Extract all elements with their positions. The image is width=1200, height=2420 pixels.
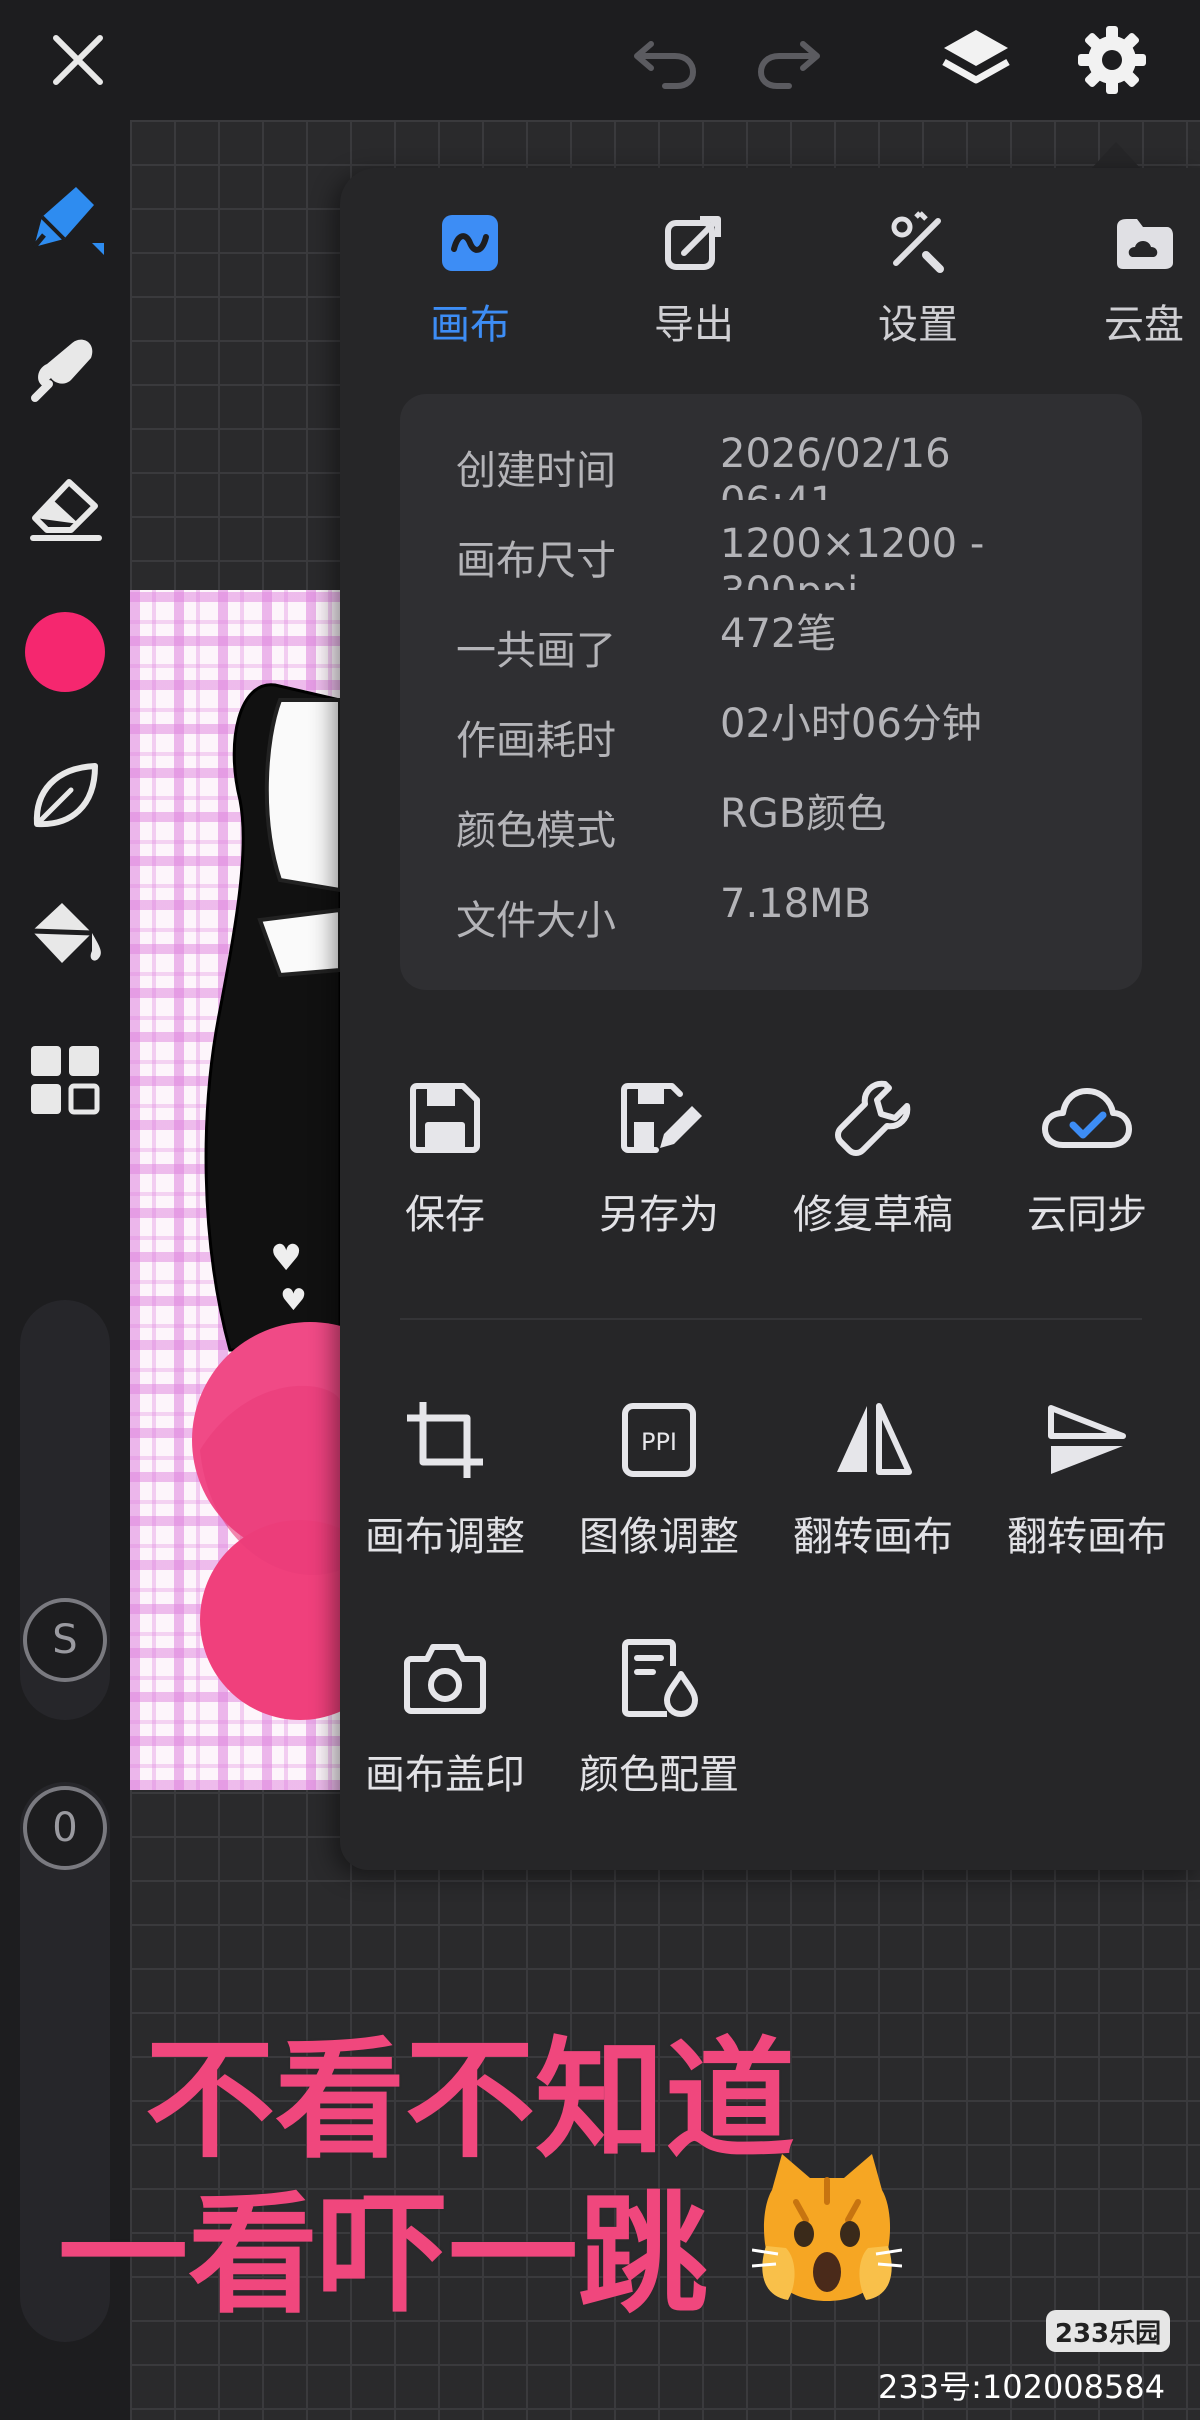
info-row-time: 作画耗时 02小时06分钟 <box>456 700 1116 770</box>
color-profile-icon <box>609 1628 709 1728</box>
canvas-stamp-label: 画布盖印 <box>365 1752 525 1798</box>
info-value: RGB颜色 <box>720 791 887 837</box>
divider <box>400 1318 1142 1320</box>
top-bar <box>0 0 1200 120</box>
info-key: 创建时间 <box>456 448 616 494</box>
tab-settings[interactable]: 设置 <box>818 208 1018 358</box>
info-key: 一共画了 <box>456 628 616 674</box>
info-value: 2026/02/16 06:41 <box>720 431 951 500</box>
close-icon[interactable] <box>28 10 128 110</box>
color-profile-label: 颜色配置 <box>579 1752 739 1798</box>
grid-icon[interactable] <box>15 1030 115 1130</box>
info-value: 02小时06分钟 <box>720 701 982 747</box>
tab-cloud-drive[interactable]: 云盘 <box>1044 208 1200 358</box>
save-icon <box>395 1068 495 1168</box>
color-profile-button[interactable]: 颜色配置 <box>554 1628 764 1828</box>
wrench-icon <box>823 1068 923 1168</box>
info-value: 1200×1200 - 300ppi <box>720 521 985 590</box>
image-adjust-button[interactable]: PPI 图像调整 <box>554 1390 764 1590</box>
cloud-sync-label: 云同步 <box>1027 1192 1147 1238</box>
brush-size-indicator[interactable]: S <box>23 1598 107 1682</box>
canvas-icon <box>435 208 505 278</box>
camera-icon <box>395 1628 495 1728</box>
repair-draft-label: 修复草稿 <box>793 1192 953 1238</box>
tools-icon <box>883 208 953 278</box>
svg-text:♥: ♥ <box>270 1238 302 1279</box>
repair-draft-button[interactable]: 修复草稿 <box>768 1068 978 1268</box>
flip-canvas-vertical-button[interactable]: 翻转画布 <box>982 1390 1192 1590</box>
export-icon <box>659 208 729 278</box>
left-toolbar: S 0 <box>0 120 130 2420</box>
gear-icon[interactable] <box>1062 10 1162 110</box>
flip-canvas-horizontal-button[interactable]: 翻转画布 <box>768 1390 978 1590</box>
tab-canvas[interactable]: 画布 <box>370 208 570 358</box>
watermark-id: 233号:102008584 <box>878 2368 1166 2406</box>
tab-canvas-label: 画布 <box>430 302 510 348</box>
flip-canvas-vertical-label: 翻转画布 <box>1007 1514 1167 1560</box>
panel-pointer <box>1090 142 1142 170</box>
caption-line-2: 一看吓一跳 <box>58 2179 709 2331</box>
info-row-file-size: 文件大小 7.18MB <box>456 880 1116 950</box>
canvas-adjust-label: 画布调整 <box>365 1514 525 1560</box>
save-label: 保存 <box>405 1192 485 1238</box>
info-row-color-mode: 颜色模式 RGB颜色 <box>456 790 1116 860</box>
cloud-sync-icon <box>1037 1068 1137 1168</box>
svg-text:PPI: PPI <box>641 1428 677 1456</box>
tab-cloud-drive-label: 云盘 <box>1104 302 1184 348</box>
flip-canvas-horizontal-label: 翻转画布 <box>793 1514 953 1560</box>
save-button[interactable]: 保存 <box>340 1068 550 1268</box>
flip-horizontal-icon <box>823 1390 923 1490</box>
canvas-adjust-button[interactable]: 画布调整 <box>340 1390 550 1590</box>
redo-icon[interactable] <box>738 10 838 110</box>
eraser-icon[interactable] <box>15 456 115 556</box>
artwork-drawing: ♥ ♥ <box>192 683 340 1720</box>
info-row-created: 创建时间 2026/02/16 06:41 <box>456 430 1116 500</box>
undo-icon[interactable] <box>616 10 716 110</box>
info-key: 颜色模式 <box>456 808 616 854</box>
tab-settings-label: 设置 <box>878 302 958 348</box>
info-value: 472笔 <box>720 611 837 657</box>
save-as-button[interactable]: 另存为 <box>554 1068 764 1268</box>
info-value: 7.18MB <box>720 881 872 927</box>
save-as-icon <box>609 1068 709 1168</box>
info-key: 画布尺寸 <box>456 538 616 584</box>
artwork-canvas[interactable]: ♥ ♥ <box>130 590 340 1790</box>
screaming-cat-emoji <box>751 2150 903 2310</box>
brush-size-label: S <box>52 1617 78 1663</box>
layers-icon[interactable] <box>926 10 1026 110</box>
info-row-size: 画布尺寸 1200×1200 - 300ppi <box>456 520 1116 590</box>
canvas-stamp-button[interactable]: 画布盖印 <box>340 1628 550 1828</box>
color-swatch[interactable] <box>15 602 115 702</box>
svg-text:♥: ♥ <box>280 1283 307 1318</box>
tab-export[interactable]: 导出 <box>594 208 794 358</box>
flip-vertical-icon <box>1037 1390 1137 1490</box>
canvas-menu-panel: 画布 导出 设置 云盘 创建时间 2026/02/16 06:41 画布尺寸 1… <box>340 168 1200 1870</box>
leaf-icon[interactable] <box>15 746 115 846</box>
fill-bucket-icon[interactable] <box>15 886 115 986</box>
opacity-indicator[interactable]: 0 <box>23 1786 107 1870</box>
info-key: 文件大小 <box>456 898 616 944</box>
ppi-icon: PPI <box>609 1390 709 1490</box>
info-row-strokes: 一共画了 472笔 <box>456 610 1116 680</box>
smudge-icon[interactable] <box>15 314 115 414</box>
opacity-label: 0 <box>52 1805 78 1851</box>
brush-icon[interactable] <box>15 172 115 272</box>
crop-icon <box>395 1390 495 1490</box>
cloud-drive-icon <box>1109 208 1179 278</box>
image-adjust-label: 图像调整 <box>579 1514 739 1560</box>
cloud-sync-button[interactable]: 云同步 <box>982 1068 1192 1268</box>
info-key: 作画耗时 <box>456 718 616 764</box>
canvas-info-box: 创建时间 2026/02/16 06:41 画布尺寸 1200×1200 - 3… <box>400 394 1142 990</box>
tab-export-label: 导出 <box>654 302 734 348</box>
save-as-label: 另存为 <box>599 1192 719 1238</box>
app-logo-badge: 233乐园 <box>1046 2310 1170 2352</box>
